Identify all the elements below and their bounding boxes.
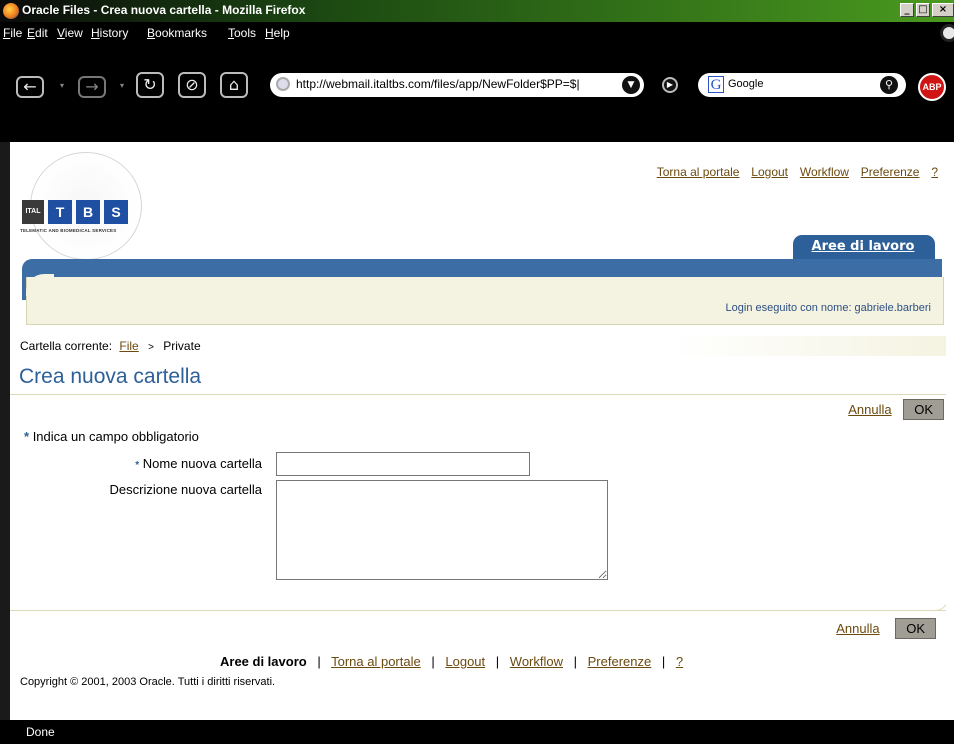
global-links: Torna al portale Logout Workflow Prefere… — [649, 165, 938, 179]
link-preferenze[interactable]: Preferenze — [861, 165, 920, 179]
search-icon[interactable]: ⚲ — [880, 76, 898, 94]
logo-ital: ITAL — [22, 200, 44, 224]
status-bar: Done — [0, 720, 954, 744]
firefox-icon — [3, 3, 19, 19]
cancel-button-bottom[interactable]: Annulla — [836, 621, 879, 636]
footer-link-preferenze[interactable]: Preferenze — [588, 654, 652, 669]
ok-button-bottom[interactable]: OK — [895, 618, 936, 639]
adblock-icon[interactable]: ABP — [918, 73, 946, 101]
reload-icon: ↻ — [143, 75, 157, 94]
window-title-bar: Oracle Files - Crea nuova cartella - Moz… — [0, 0, 954, 22]
footer-link-workflow[interactable]: Workflow — [510, 654, 563, 669]
home-button[interactable]: ⌂ — [220, 72, 248, 98]
search-engine-label[interactable]: Google — [728, 78, 763, 90]
folder-description-textarea[interactable] — [276, 480, 608, 580]
breadcrumb: Cartella corrente: File > Private — [20, 339, 201, 353]
link-torna-al-portale[interactable]: Torna al portale — [657, 165, 740, 179]
stop-icon: ⊘ — [185, 75, 199, 94]
forward-button[interactable]: → — [78, 76, 106, 98]
menu-edit[interactable]: Edit — [27, 26, 48, 40]
top-actions: Annulla OK — [848, 399, 944, 420]
back-button[interactable]: ← — [16, 76, 44, 98]
folder-name-input[interactable] — [276, 452, 530, 476]
home-icon: ⌂ — [228, 75, 240, 94]
menu-view[interactable]: View — [57, 26, 83, 40]
menu-bookmarks[interactable]: Bookmarks — [147, 26, 207, 40]
name-label: * Nome nuova cartella — [22, 456, 262, 471]
menu-file[interactable]: File — [3, 26, 22, 40]
breadcrumb-current: Private — [163, 339, 201, 353]
menu-history[interactable]: History — [91, 26, 128, 40]
footer-separator: | — [573, 654, 578, 669]
required-star-icon: * — [24, 429, 30, 444]
name-label-text: Nome nuova cartella — [142, 456, 262, 471]
site-icon — [276, 77, 290, 91]
header-info-panel: Login eseguito con nome: gabriele.barber… — [26, 274, 944, 325]
bottom-actions: Annulla OK — [836, 618, 936, 639]
footer-links: Aree di lavoro | Torna al portale | Logo… — [220, 654, 683, 669]
footer-link-help[interactable]: ? — [676, 654, 683, 669]
breadcrumb-prefix: Cartella corrente: — [20, 339, 113, 353]
description-label: Descrizione nuova cartella — [109, 482, 262, 497]
close-button[interactable]: × — [932, 3, 954, 17]
link-help[interactable]: ? — [931, 165, 938, 179]
forward-dropdown-icon[interactable]: ▾ — [120, 81, 128, 90]
required-note: * Indica un campo obbligatorio — [24, 429, 199, 444]
panel-curve — [26, 274, 54, 296]
link-logout[interactable]: Logout — [751, 165, 788, 179]
footer-separator: | — [431, 654, 435, 669]
tab-label[interactable]: Aree di lavoro — [793, 239, 933, 254]
tab-aree-di-lavoro[interactable]: Aree di lavoro — [792, 234, 936, 260]
page-scrollbar[interactable] — [946, 142, 954, 720]
status-text: Done — [26, 725, 55, 739]
minimize-button[interactable]: _ — [900, 3, 914, 17]
login-status: Login eseguito con nome: gabriele.barber… — [725, 302, 931, 314]
url-bar[interactable]: http://webmail.italtbs.com/files/app/New… — [270, 73, 644, 97]
footer-separator: | — [317, 654, 321, 669]
cancel-button-top[interactable]: Annulla — [848, 402, 891, 417]
throbber-icon — [940, 24, 954, 42]
breadcrumb-separator: > — [148, 342, 154, 353]
title-divider — [10, 394, 954, 395]
menu-help[interactable]: Help — [265, 26, 290, 40]
footer-current: Aree di lavoro — [220, 654, 307, 669]
google-icon[interactable]: G — [708, 76, 724, 93]
required-star-icon: * — [135, 460, 140, 471]
back-arrow-icon: ← — [23, 77, 37, 96]
link-workflow[interactable]: Workflow — [800, 165, 849, 179]
back-dropdown-icon[interactable]: ▾ — [60, 81, 68, 90]
forward-arrow-icon: → — [85, 77, 99, 96]
window-left-frame — [0, 142, 10, 720]
stop-button[interactable]: ⊘ — [178, 72, 206, 98]
menu-tools[interactable]: Tools — [228, 26, 256, 40]
url-text[interactable]: http://webmail.italtbs.com/files/app/New… — [296, 77, 580, 91]
page-content: ITAL T B S TELEMATIC AND BIOMEDICAL SERV… — [10, 142, 954, 720]
company-logo: ITAL T B S TELEMATIC AND BIOMEDICAL SERV… — [20, 150, 148, 260]
ok-button-top[interactable]: OK — [903, 399, 944, 420]
copyright-text: Copyright © 2001, 2003 Oracle. Tutti i d… — [20, 676, 276, 688]
breadcrumb-link-file[interactable]: File — [119, 339, 138, 353]
window-title: Oracle Files - Crea nuova cartella - Moz… — [22, 3, 306, 17]
reload-button[interactable]: ↻ — [136, 72, 164, 98]
footer-link-torna-al-portale[interactable]: Torna al portale — [331, 654, 421, 669]
navigation-toolbar: ← ▾ → ▾ ↻ ⊘ ⌂ http://webmail.italtbs.com… — [0, 44, 954, 142]
bottom-divider — [10, 610, 950, 611]
logo-t: T — [48, 200, 72, 224]
url-history-dropdown-icon[interactable]: ▼ — [622, 76, 640, 94]
maximize-button[interactable]: □ — [916, 3, 930, 17]
footer-separator: | — [495, 654, 500, 669]
logo-tagline: TELEMATIC AND BIOMEDICAL SERVICES — [20, 228, 117, 233]
footer-link-logout[interactable]: Logout — [445, 654, 485, 669]
search-bar[interactable]: G Google ⚲ — [698, 73, 906, 97]
footer-separator: | — [661, 654, 666, 669]
required-note-text: Indica un campo obbligatorio — [32, 429, 199, 444]
logo-s: S — [104, 200, 128, 224]
go-icon[interactable]: ▶ — [662, 77, 678, 93]
menu-bar: File Edit View History Bookmarks Tools H… — [0, 22, 954, 44]
logo-b: B — [76, 200, 100, 224]
page-title: Crea nuova cartella — [19, 365, 202, 388]
